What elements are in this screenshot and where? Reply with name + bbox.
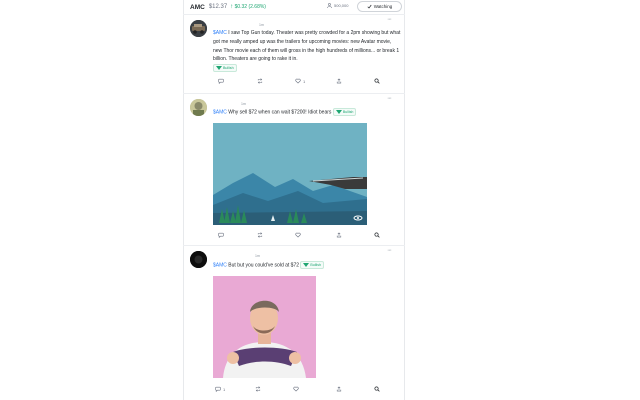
avatar[interactable] — [190, 20, 207, 37]
search-icon — [374, 386, 380, 392]
price-change-value: $0.32 (2.68%) — [234, 4, 266, 10]
user-icon — [327, 3, 332, 8]
heart-icon — [295, 232, 301, 238]
sentiment-label: Bullish — [342, 110, 354, 114]
comment-icon — [218, 78, 224, 84]
comment-button[interactable] — [218, 78, 226, 84]
post-actions: 1 — [183, 78, 405, 86]
avatar-image — [190, 20, 207, 37]
bullish-badge: Bullish — [332, 108, 357, 116]
reshare-icon — [257, 78, 263, 84]
post-body: $AMC But but you could've sold at $72 Bu… — [213, 261, 401, 270]
post-gif[interactable] — [213, 123, 367, 225]
comment-button[interactable] — [218, 232, 226, 238]
post-1: 1m ··· $AMC I saw Top Gun today. Theater… — [183, 14, 405, 94]
post-divider — [183, 93, 405, 94]
watchers-value: 500,000 — [334, 3, 349, 8]
bullish-badge: Bullish — [213, 64, 237, 73]
avatar[interactable] — [190, 251, 207, 268]
cashtag-link[interactable]: $AMC — [213, 30, 227, 36]
search-button[interactable] — [374, 78, 380, 84]
bullish-icon — [216, 66, 222, 71]
bullish-icon — [335, 110, 342, 114]
post-body: $AMC I saw Top Gun today. Theater was pr… — [213, 29, 401, 73]
comment-icon — [215, 386, 221, 392]
reshare-button[interactable] — [257, 78, 263, 84]
post-3: 1m ··· $AMC But but you could've sold at… — [183, 245, 405, 400]
post-time: 1m — [259, 23, 264, 27]
post-body: $AMC Why sell $72 when can wait $7200! I… — [213, 108, 401, 117]
search-icon — [374, 78, 380, 84]
sentiment-label: Bullish — [310, 263, 322, 267]
share-button[interactable] — [336, 232, 342, 238]
search-icon — [374, 232, 380, 238]
post-actions — [183, 232, 405, 240]
post-actions: 1 — [183, 386, 405, 394]
post-text: I saw Top Gun today. Theater was pretty … — [213, 30, 401, 63]
like-button[interactable]: 1 — [295, 78, 305, 84]
watching-label: Watching — [373, 4, 393, 9]
share-icon — [336, 386, 342, 392]
cashtag-link[interactable]: $AMC — [213, 109, 227, 115]
stock-price: $12.37 — [208, 4, 228, 10]
share-button[interactable] — [336, 386, 342, 392]
avatar-image — [190, 99, 207, 116]
comment-icon — [218, 232, 224, 238]
symbol-header: AMC $12.37 ↑ $0.32 (2.68%) 500,000 Watch… — [183, 0, 405, 14]
post-text: Why sell $72 when can wait $7200! Idiot … — [226, 109, 332, 116]
like-button[interactable] — [293, 386, 301, 392]
bullish-icon — [303, 263, 310, 267]
cashtag-link[interactable]: $AMC — [213, 262, 227, 268]
watching-button[interactable]: Watching — [357, 1, 402, 12]
mountain-scene-image — [213, 123, 367, 225]
post-time: 1m — [255, 254, 260, 258]
post-gif[interactable] — [213, 276, 316, 378]
like-button[interactable] — [295, 232, 303, 238]
ticker-symbol[interactable]: AMC — [190, 4, 205, 11]
reshare-icon — [255, 386, 261, 392]
comment-button[interactable]: 1 — [215, 386, 225, 392]
share-button[interactable] — [336, 78, 342, 84]
post-text: But but you could've sold at $72 — [226, 262, 300, 269]
post-divider — [183, 245, 405, 246]
post-time: 1m — [241, 102, 246, 106]
watchers-count: 500,000 — [327, 3, 348, 8]
check-icon — [367, 4, 372, 9]
reshare-icon — [257, 232, 263, 238]
up-arrow-icon: ↑ — [230, 4, 234, 10]
comment-count: 1 — [223, 386, 226, 392]
share-icon — [336, 78, 342, 84]
post-divider — [183, 14, 405, 15]
heart-icon — [295, 78, 301, 84]
celebrating-man-image — [213, 276, 316, 378]
share-icon — [336, 232, 342, 238]
reshare-button[interactable] — [257, 232, 263, 238]
search-button[interactable] — [374, 232, 380, 238]
reshare-button[interactable] — [255, 386, 261, 392]
sentiment-label: Bullish — [223, 66, 234, 71]
more-icon[interactable]: ··· — [387, 95, 392, 102]
bullish-badge: Bullish — [300, 261, 325, 269]
price-change: ↑ $0.32 (2.68%) — [230, 4, 266, 10]
avatar-image — [190, 251, 207, 268]
heart-icon — [293, 386, 299, 392]
like-count: 1 — [303, 78, 306, 84]
avatar[interactable] — [190, 99, 207, 116]
post-2: 1m ··· $AMC Why sell $72 when can wait $… — [183, 93, 405, 245]
more-icon[interactable]: ··· — [387, 16, 392, 23]
more-icon[interactable]: ··· — [387, 247, 392, 254]
search-button[interactable] — [374, 386, 380, 392]
